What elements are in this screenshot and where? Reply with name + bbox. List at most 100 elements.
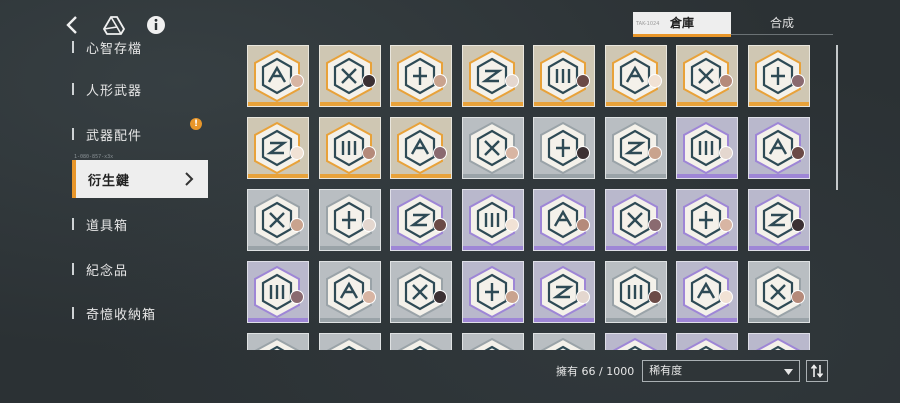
- grid-scrollbar[interactable]: [836, 45, 838, 190]
- key-item[interactable]: [318, 333, 381, 350]
- key-item[interactable]: [747, 117, 810, 179]
- rarity-strip: [605, 174, 666, 178]
- key-item[interactable]: [247, 333, 309, 350]
- key-item[interactable]: [318, 45, 381, 107]
- key-item[interactable]: [747, 189, 810, 251]
- key-item[interactable]: [604, 189, 667, 251]
- key-item[interactable]: [461, 189, 524, 251]
- sort-arrows-icon: [811, 364, 824, 378]
- character-avatar: [790, 218, 805, 232]
- key-item[interactable]: [390, 333, 452, 350]
- key-emblem-icon: [755, 337, 800, 350]
- character-avatar: [504, 74, 519, 88]
- sidebar-bar: [72, 307, 74, 319]
- key-item[interactable]: [676, 261, 738, 323]
- key-item[interactable]: [604, 45, 667, 107]
- key-item[interactable]: [318, 117, 381, 179]
- character-avatar: [433, 74, 447, 88]
- key-item[interactable]: [533, 333, 595, 350]
- sidebar-item-weapon-attachments[interactable]: 武器配件: [72, 115, 204, 153]
- key-item[interactable]: [461, 117, 524, 179]
- key-grid: [245, 45, 815, 350]
- key-item[interactable]: [676, 117, 738, 179]
- sidebar-bar: [72, 128, 74, 140]
- key-item[interactable]: [747, 261, 810, 323]
- key-item[interactable]: [461, 261, 524, 323]
- tab-tiny-label: TAK-1024: [636, 21, 660, 27]
- key-item[interactable]: [390, 45, 452, 107]
- rarity-strip: [319, 318, 380, 322]
- sidebar-item-label: 武器配件: [86, 128, 143, 144]
- rarity-strip: [677, 246, 737, 250]
- key-item[interactable]: [247, 117, 309, 179]
- rarity-strip: [391, 174, 451, 178]
- character-avatar: [719, 290, 733, 304]
- rarity-strip: [534, 174, 594, 178]
- key-item[interactable]: [533, 189, 595, 251]
- key-item[interactable]: [747, 45, 810, 107]
- sidebar-item-label: 紀念品: [86, 263, 129, 279]
- key-emblem-icon: [540, 337, 586, 350]
- key-item[interactable]: [318, 261, 381, 323]
- character-avatar: [433, 146, 447, 160]
- sidebar-item-item-box[interactable]: 道具箱: [72, 205, 204, 243]
- key-item[interactable]: [604, 117, 667, 179]
- rarity-strip: [605, 246, 666, 250]
- key-item[interactable]: [533, 117, 595, 179]
- key-item[interactable]: [390, 189, 452, 251]
- character-avatar: [576, 218, 590, 232]
- character-avatar: [576, 74, 590, 88]
- rarity-strip: [748, 102, 809, 106]
- sort-value: 稀有度: [649, 364, 683, 377]
- character-avatar: [790, 146, 805, 160]
- key-item[interactable]: [533, 261, 595, 323]
- key-item[interactable]: [676, 333, 738, 350]
- key-emblem-icon: [683, 337, 729, 350]
- rarity-strip: [319, 246, 380, 250]
- key-item[interactable]: [747, 333, 810, 350]
- character-avatar: [790, 74, 805, 88]
- key-item[interactable]: [604, 261, 667, 323]
- rarity-strip: [748, 174, 809, 178]
- key-item[interactable]: [676, 189, 738, 251]
- key-item[interactable]: [247, 45, 309, 107]
- sidebar-item-doll-weapons[interactable]: 人形武器: [72, 70, 204, 108]
- tab-synthesis[interactable]: 合成: [733, 12, 831, 34]
- key-item[interactable]: [533, 45, 595, 107]
- key-item[interactable]: [676, 45, 738, 107]
- rarity-strip: [319, 174, 380, 178]
- key-emblem-icon: [612, 337, 657, 350]
- key-item[interactable]: [461, 45, 524, 107]
- character-avatar: [719, 146, 733, 160]
- character-avatar: [576, 290, 590, 304]
- sidebar-item-souvenirs[interactable]: 紀念品: [72, 250, 204, 288]
- sidebar-bar: [72, 83, 74, 95]
- key-emblem-icon: [326, 337, 371, 350]
- key-item[interactable]: [247, 261, 309, 323]
- tab-label: 倉庫: [669, 16, 694, 30]
- sidebar-bar: [72, 263, 74, 275]
- key-item[interactable]: [318, 189, 381, 251]
- character-avatar: [361, 290, 376, 304]
- sidebar-item-derivative-keys[interactable]: 衍生鍵: [72, 160, 208, 198]
- key-item[interactable]: [604, 333, 667, 350]
- rarity-strip: [391, 318, 451, 322]
- tab-warehouse[interactable]: TAK-1024 倉庫: [633, 12, 731, 37]
- sidebar-bar: [72, 41, 74, 53]
- key-item[interactable]: [461, 333, 524, 350]
- sort-dropdown[interactable]: 稀有度: [642, 360, 801, 382]
- sidebar-item-label: 道具箱: [86, 218, 129, 234]
- sidebar-item-memory-storage[interactable]: 奇憶收納箱: [72, 294, 204, 332]
- key-item[interactable]: [247, 189, 309, 251]
- character-avatar: [504, 146, 519, 160]
- character-avatar: [790, 290, 805, 304]
- character-avatar: [647, 74, 662, 88]
- rarity-strip: [534, 246, 594, 250]
- rarity-strip: [462, 174, 523, 178]
- sidebar-item-mind-archive[interactable]: 心智存檔: [72, 40, 204, 66]
- key-item[interactable]: [390, 117, 452, 179]
- character-avatar: [290, 146, 304, 160]
- key-item[interactable]: [390, 261, 452, 323]
- sidebar-item-label: 奇憶收納箱: [86, 307, 157, 323]
- sort-order-button[interactable]: [806, 360, 829, 382]
